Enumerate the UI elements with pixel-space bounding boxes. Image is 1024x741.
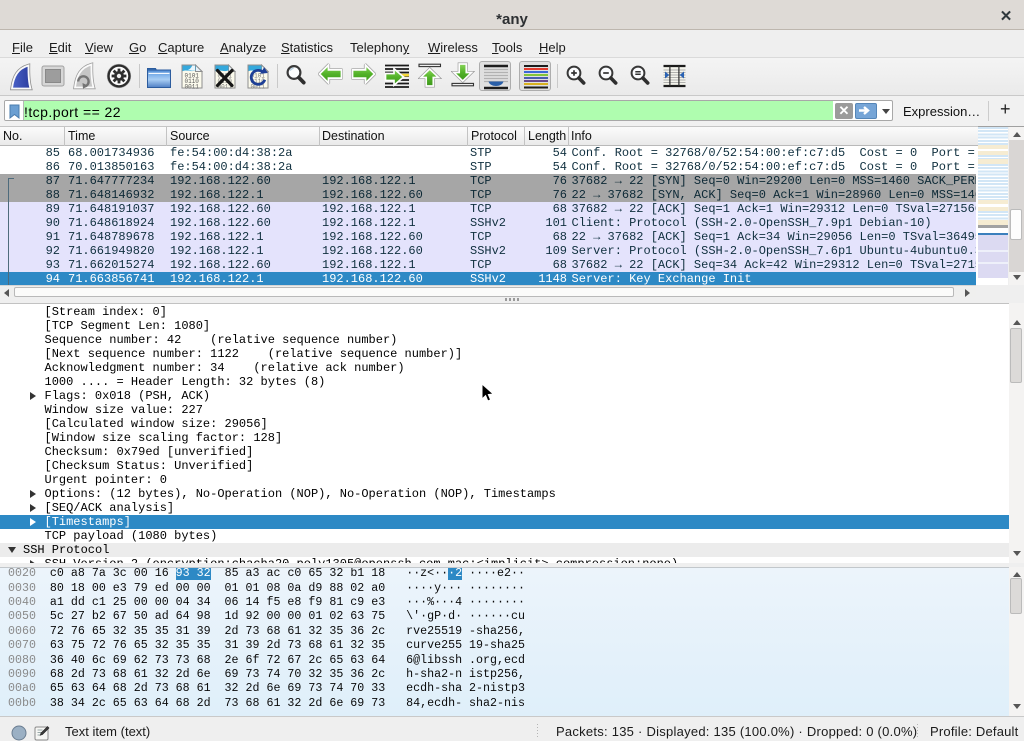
svg-text:0011: 0011 — [185, 84, 200, 90]
